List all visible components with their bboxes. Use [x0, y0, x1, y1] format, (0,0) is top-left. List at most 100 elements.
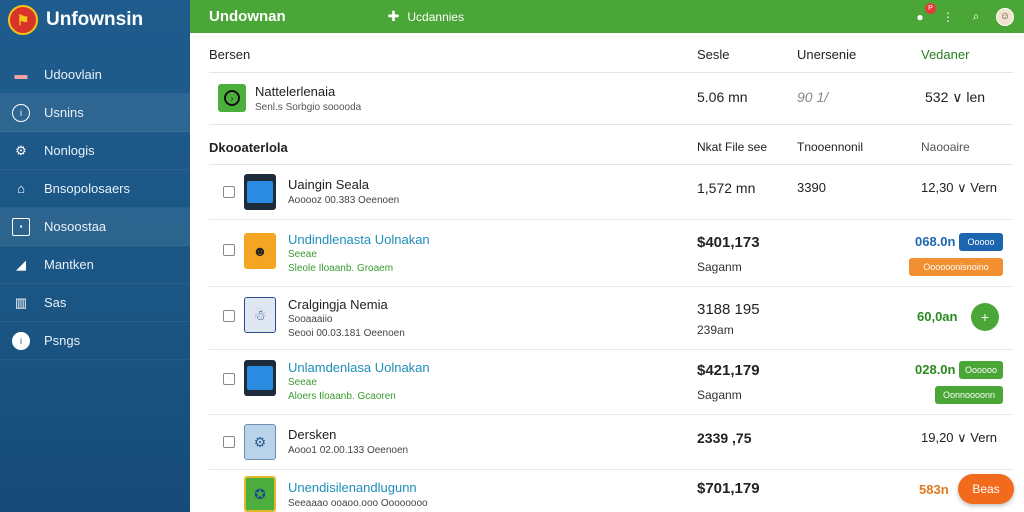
row-action-button[interactable]: Ooooo: [959, 233, 1003, 251]
row-size: 1,572 mn: [697, 180, 756, 196]
featured-value3: 532 ∨ len: [925, 89, 986, 105]
table-row[interactable]: ⚙ Dersken Aooo1 02.00.133 Oeenoen 2339 ,…: [209, 415, 1013, 470]
header-col4[interactable]: Vedaner: [921, 47, 969, 62]
section-col4[interactable]: Naooaire: [921, 140, 970, 154]
character-thumbnail-icon: ☃: [244, 297, 276, 333]
row-meta: Seooi 00.03.181 Oeenoen: [288, 328, 405, 339]
columns-icon: ▥: [14, 294, 28, 310]
row-version: 068.0n: [915, 234, 956, 249]
header-col3[interactable]: Unersenie: [797, 47, 856, 62]
sidebar-item-psngs[interactable]: i Psngs: [0, 322, 190, 360]
search-icon[interactable]: ⌕: [968, 9, 984, 25]
row-count: 3390: [797, 180, 826, 195]
phone-thumbnail-icon: [244, 360, 276, 396]
row-price: $421,179: [697, 362, 760, 379]
sidebar-item-bnsopolosaers[interactable]: ⌂ Bnsopolosaers: [0, 170, 190, 208]
gear-thumbnail-icon: ⚙: [244, 424, 276, 460]
row-price: $701,179: [697, 480, 760, 497]
row-checkbox[interactable]: [223, 310, 235, 322]
row-version: 60,0an: [917, 309, 958, 324]
featured-title: Nattelerlenaia: [255, 84, 336, 99]
main-content: Bersen Sesle Unersenie Vedaner › Nattele…: [209, 33, 1013, 512]
sidebar-item-label: Bnsopolosaers: [44, 181, 130, 196]
table-row[interactable]: ☻ Undindlenasta Uolnakan Seeae Sleole Il…: [209, 220, 1013, 287]
row-checkbox[interactable]: [223, 186, 235, 198]
table-row[interactable]: Unlamdenlasa Uolnakan Seeae Aloers Iloaa…: [209, 350, 1013, 415]
sidebar-item-label: Sas: [44, 295, 67, 310]
row-subtitle: Seeae: [288, 249, 317, 260]
bag-icon: ▬: [14, 67, 28, 82]
store-icon: ⌂: [17, 181, 25, 196]
puzzle-icon: ✚: [387, 8, 400, 24]
row-title: Uaingin Seala: [288, 177, 369, 192]
row-checkbox[interactable]: [223, 436, 235, 448]
downloads-link-label: Ucdannies: [407, 9, 465, 24]
featured-subtitle: Senl.s Sorbgio sooooda: [255, 102, 362, 113]
app-name: Undownan: [209, 8, 286, 25]
sidebar-item-mantken[interactable]: ◢ Mantken: [0, 246, 190, 284]
downloads-link[interactable]: ✚ Ucdannies: [388, 8, 464, 25]
sidebar-item-label: Udoovlain: [44, 67, 102, 82]
section-col1: Dkooaterlola: [209, 140, 288, 155]
featured-value1: 5.06 mn: [697, 89, 748, 105]
featured-row[interactable]: › Nattelerlenaia Senl.s Sorbgio sooooda …: [209, 73, 1013, 125]
sidebar-item-sas[interactable]: ▥ Sas: [0, 284, 190, 322]
section-col2[interactable]: Nkat File see: [697, 140, 767, 154]
notification-badge: P: [925, 2, 936, 14]
topbar: Undownan ✚ Ucdannies ● P ⋮ ⌕ ☺: [190, 0, 1024, 33]
sidebar-item-label: Nosoostaa: [44, 219, 107, 234]
game-thumbnail-icon: ☻: [244, 233, 276, 269]
row-version: 028.0n: [915, 362, 956, 377]
row-checkbox[interactable]: [223, 244, 235, 256]
row-title: Dersken: [288, 427, 337, 442]
row-secondary-button[interactable]: Oooooonisnoino: [909, 258, 1003, 276]
row-title: Unendisilenandlugunn: [288, 480, 417, 495]
sidebar-nav: ▬ Udoovlain i Usnins ⚙ Nonlogis ⌂ Bnsopo…: [0, 56, 190, 360]
add-button[interactable]: +: [971, 303, 999, 331]
row-price-sub: Saganm: [697, 388, 742, 402]
sidebar-item-label: Psngs: [44, 333, 81, 348]
sidebar-item-usnins[interactable]: i Usnins: [0, 94, 190, 132]
brand[interactable]: ⚑ Unfownsin: [0, 0, 190, 40]
gear-icon: ⚙: [15, 142, 27, 158]
header-col2[interactable]: Sesle: [697, 47, 730, 62]
featured-value2: 90 1/: [797, 89, 829, 105]
row-price: $401,173: [697, 234, 760, 251]
avatar[interactable]: ☺: [996, 7, 1014, 26]
sidebar: ⚑ Unfownsin ▬ Udoovlain i Usnins ⚙ Nonlo…: [0, 0, 190, 512]
flag-logo-icon: ⚑: [8, 5, 38, 35]
notification-icon[interactable]: ● P: [912, 2, 936, 25]
row-size: 2339 ,75: [697, 430, 752, 446]
row-price: 3188 195: [697, 301, 760, 318]
sidebar-item-nonlogis[interactable]: ⚙ Nonlogis: [0, 132, 190, 170]
sidebar-item-udoovlain[interactable]: ▬ Udoovlain: [0, 56, 190, 94]
row-subtitle: Seeaaao ooaoo.ooo Oooooooo: [288, 498, 428, 509]
row-version: 583n: [919, 482, 949, 497]
app-icon: ›: [218, 84, 246, 112]
row-secondary-button[interactable]: Oonnoooonn: [935, 386, 1003, 404]
table-row[interactable]: Uaingin Seala Aooooz 00.383 Oeenoen 1,57…: [209, 165, 1013, 220]
row-price-sub: Saganm: [697, 260, 742, 274]
section-col3[interactable]: Tnooennonil: [797, 140, 863, 154]
row-checkbox[interactable]: [223, 373, 235, 385]
sidebar-item-label: Mantken: [44, 257, 94, 272]
row-price-sub: 239am: [697, 323, 734, 337]
gear-thumbnail-icon: ✪: [244, 476, 276, 512]
table-row[interactable]: ☃ Cralgingja Nemia Sooaaaiio Seooi 00.03…: [209, 287, 1013, 350]
table-header: Bersen Sesle Unersenie Vedaner: [209, 33, 1013, 73]
sidebar-item-nosoostaa[interactable]: ▪ Nosoostaa: [0, 208, 190, 246]
row-version: 12,30 ∨ Vern: [921, 180, 998, 195]
row-meta: Aloers Iloaanb. Gcaoren: [288, 391, 396, 402]
floating-action-button[interactable]: Beas: [958, 474, 1014, 504]
row-subtitle: Aooooz 00.383 Oeenoen: [288, 195, 400, 206]
sidebar-item-label: Usnins: [44, 105, 84, 120]
row-subtitle: Aooo1 02.00.133 Oeenoen: [288, 445, 409, 456]
row-title: Unlamdenlasa Uolnakan: [288, 360, 430, 375]
header-col1[interactable]: Bersen: [209, 47, 250, 62]
table-row[interactable]: ✪ Unendisilenandlugunn Seeaaao ooaoo.ooo…: [209, 470, 1013, 512]
more-vertical-icon[interactable]: ⋮: [940, 9, 956, 25]
chart-icon: ◢: [16, 256, 26, 272]
row-subtitle: Seeae: [288, 377, 317, 388]
row-action-button[interactable]: Oooooo: [959, 361, 1003, 379]
row-title: Cralgingja Nemia: [288, 297, 388, 312]
